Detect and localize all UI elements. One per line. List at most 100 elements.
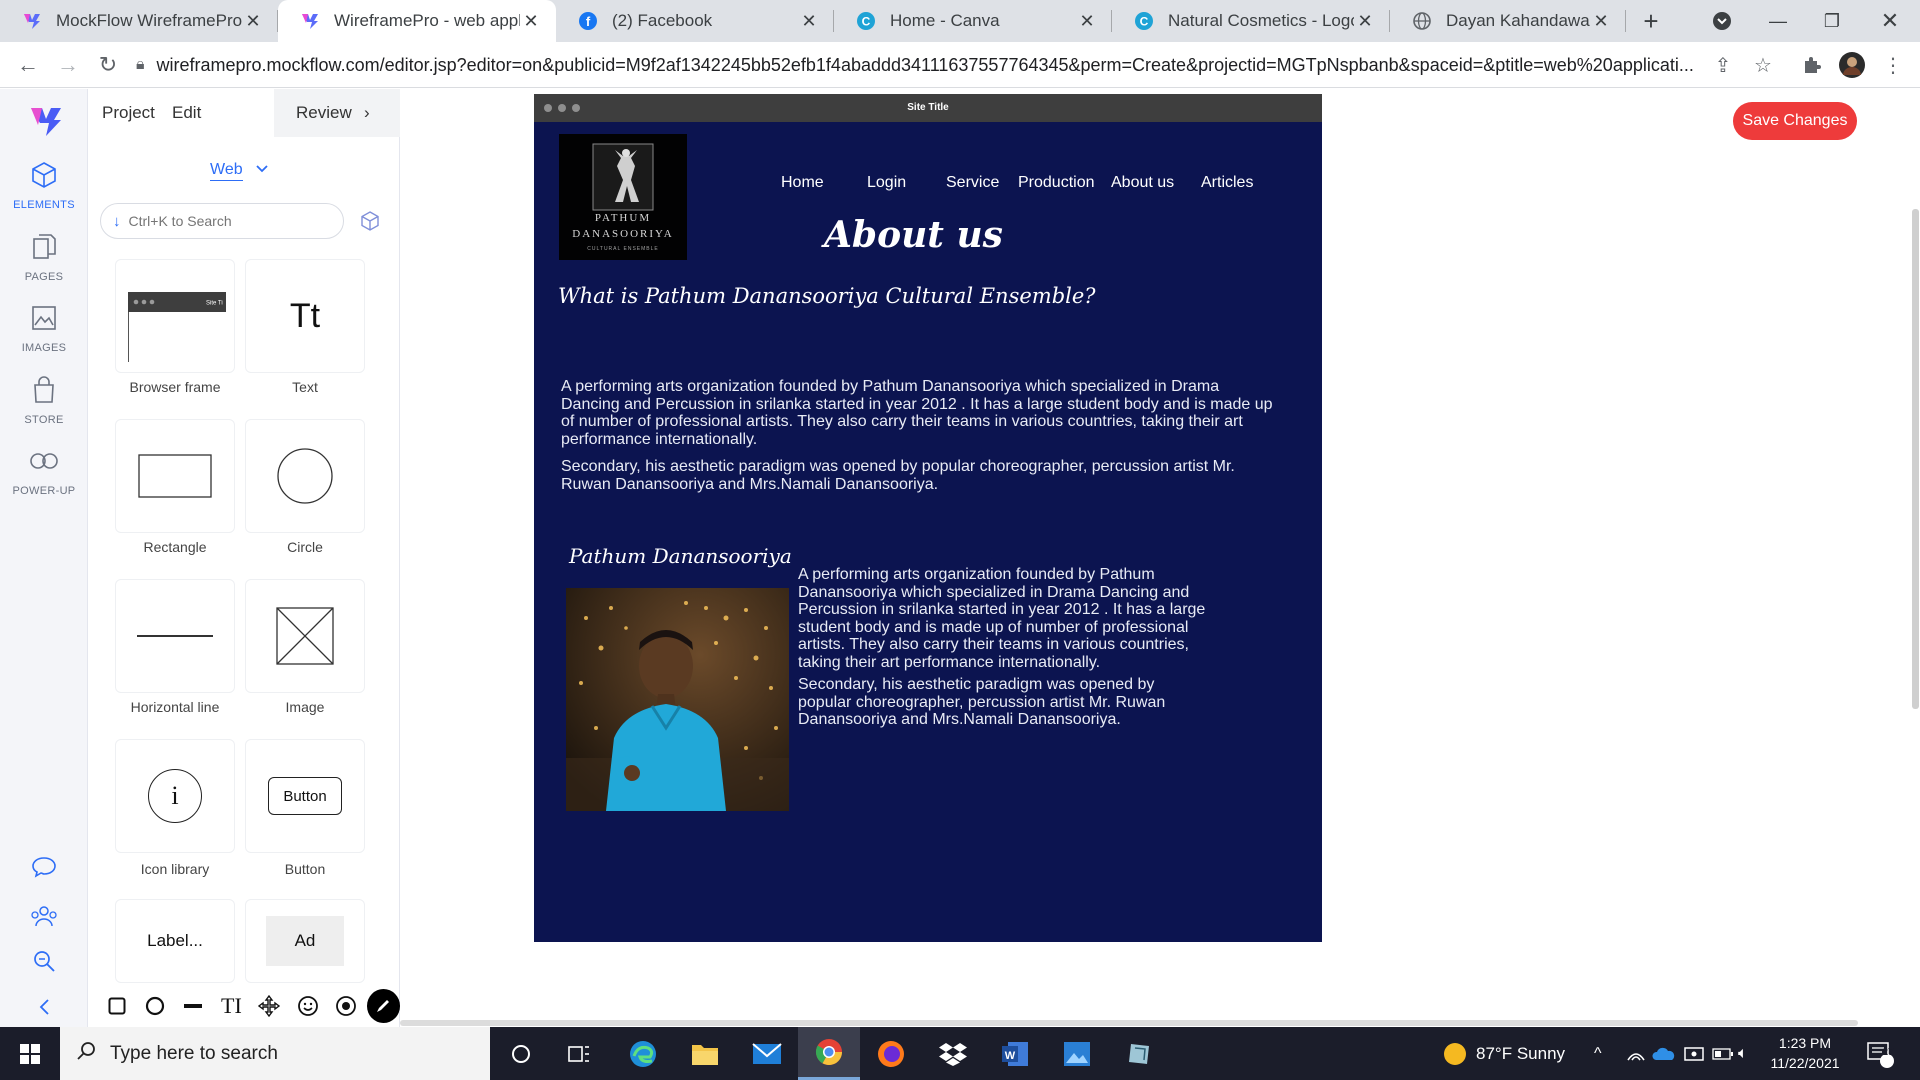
photos-icon[interactable] (1046, 1027, 1108, 1080)
word-icon[interactable]: W (984, 1027, 1046, 1080)
menu-project[interactable]: Project (102, 103, 155, 123)
team-icon[interactable] (28, 901, 60, 933)
emoji-tool-icon[interactable] (289, 988, 327, 1024)
dropbox-icon[interactable] (922, 1027, 984, 1080)
back-arrow-icon[interactable]: ← (8, 45, 48, 85)
tab-mockflow[interactable]: MockFlow WireframePro ✕ (0, 0, 278, 42)
mockflow-logo-icon[interactable] (28, 103, 64, 139)
site-logo[interactable]: PATHUM DANASOORIYA CULTURAL ENSEMBLE (559, 134, 687, 260)
nav-service[interactable]: Service (946, 174, 999, 192)
platform-dropdown[interactable]: Web (210, 161, 269, 181)
tile-icon-library[interactable]: i (115, 739, 235, 853)
vertical-scrollbar[interactable] (1912, 209, 1919, 709)
tile-ad[interactable]: Ad (245, 899, 365, 983)
line-tool-icon[interactable] (174, 988, 212, 1024)
nav-production[interactable]: Production (1018, 174, 1095, 192)
windows-start-icon[interactable] (0, 1027, 60, 1080)
network-icon[interactable] (1626, 1027, 1646, 1080)
volume-icon[interactable]: 🔈︎ (1738, 1027, 1748, 1080)
forward-arrow-icon[interactable]: → (48, 45, 88, 85)
task-view-icon[interactable] (548, 1027, 610, 1080)
tile-label-element[interactable]: Label... (115, 899, 235, 983)
nav-articles[interactable]: Articles (1201, 174, 1253, 192)
rail-elements[interactable]: ELEMENTS (0, 157, 88, 211)
system-clock[interactable]: 1:23 PM 11/22/2021 (1762, 1033, 1848, 1073)
collapse-chevron-icon[interactable] (28, 991, 60, 1023)
tile-text[interactable]: Tt (245, 259, 365, 373)
notifications-icon[interactable]: 27 (1866, 1027, 1894, 1080)
profile-photo[interactable] (566, 588, 789, 811)
chrome-icon[interactable] (798, 1027, 860, 1080)
bio-line: student body and is made up of number of… (798, 618, 1189, 636)
meet-icon[interactable] (1684, 1027, 1704, 1080)
reload-icon[interactable]: ↻ (88, 45, 128, 85)
menu-edit[interactable]: Edit (172, 103, 201, 123)
app-icon[interactable] (1108, 1027, 1170, 1080)
tab-dayan[interactable]: Dayan Kahandawala & Char ✕ (1390, 0, 1626, 42)
weather-widget[interactable]: 87°F Sunny (1444, 1027, 1565, 1080)
tab-wireframepro[interactable]: WireframePro - web applica ✕ (278, 0, 556, 42)
file-explorer-icon[interactable] (674, 1027, 736, 1080)
profile-avatar[interactable] (1837, 50, 1867, 80)
element-search-input[interactable] (128, 213, 319, 229)
tile-browser-frame[interactable]: Site Ti (115, 259, 235, 373)
tab-facebook[interactable]: f (2) Facebook ✕ (556, 0, 834, 42)
element-search[interactable]: ↓ (100, 203, 344, 239)
close-icon[interactable]: ✕ (1076, 11, 1098, 32)
tab-canva-home[interactable]: C Home - Canva ✕ (834, 0, 1112, 42)
close-icon[interactable]: ✕ (1590, 11, 1612, 32)
square-tool-icon[interactable] (98, 988, 136, 1024)
circle-tool-icon[interactable] (136, 988, 174, 1024)
window-close-icon[interactable]: ✕ (1868, 0, 1912, 42)
url-field[interactable]: 🔒︎ wireframepro.mockflow.com/editor.jsp?… (136, 48, 1726, 82)
share-icon[interactable]: ⇪ (1708, 50, 1738, 80)
close-icon[interactable]: ✕ (798, 11, 820, 32)
edge-icon[interactable] (612, 1027, 674, 1080)
rail-power-up[interactable]: POWER-UP (0, 443, 88, 497)
menu-review[interactable]: Review (296, 103, 352, 123)
new-tab-button[interactable]: + (1626, 0, 1676, 42)
minimize-icon[interactable]: — (1756, 0, 1800, 42)
browser-menu-icon[interactable]: ⋮ (1878, 50, 1908, 80)
zoom-icon[interactable] (28, 945, 60, 977)
radio-tool-icon[interactable] (327, 988, 365, 1024)
browser-frame-wireframe[interactable]: Site Title PATHUM DANASOORIYA CULTURAL E… (534, 94, 1322, 942)
restore-icon[interactable]: ❐ (1810, 0, 1854, 42)
comment-icon[interactable] (28, 851, 60, 883)
rail-store[interactable]: STORE (0, 372, 88, 426)
nav-about-us[interactable]: About us (1111, 174, 1174, 192)
taskbar-search[interactable]: Type here to search (60, 1027, 490, 1080)
cube-outline-icon[interactable] (356, 207, 384, 235)
nav-login[interactable]: Login (867, 174, 906, 192)
rail-images[interactable]: IMAGES (0, 300, 88, 354)
mail-icon[interactable] (736, 1027, 798, 1080)
save-changes-button[interactable]: Save Changes (1733, 102, 1857, 140)
design-canvas[interactable]: Save Changes Site Title PATHUM DANASOORI… (400, 89, 1920, 1027)
horizontal-line-icon (137, 635, 213, 637)
tab-search-icon[interactable] (1702, 0, 1742, 42)
tile-horizontal-line[interactable] (115, 579, 235, 693)
tile-rectangle[interactable] (115, 419, 235, 533)
horizontal-scrollbar[interactable] (400, 1020, 1858, 1026)
pen-tool-icon[interactable] (366, 989, 400, 1023)
bookmark-star-icon[interactable]: ☆ (1748, 50, 1778, 80)
close-icon[interactable]: ✕ (242, 11, 264, 32)
text-tool-icon[interactable]: TI (212, 988, 250, 1024)
close-icon[interactable]: ✕ (1354, 11, 1376, 32)
rail-pages[interactable]: PAGES (0, 229, 88, 283)
close-icon[interactable]: ✕ (520, 11, 542, 32)
battery-icon[interactable] (1712, 1027, 1734, 1080)
nav-home[interactable]: Home (781, 174, 824, 192)
tab-title: Home - Canva (890, 11, 1000, 30)
extensions-puzzle-icon[interactable] (1797, 50, 1827, 80)
tile-image[interactable] (245, 579, 365, 693)
cortana-icon[interactable] (490, 1027, 552, 1080)
tray-chevron-up-icon[interactable]: ^ (1594, 1027, 1602, 1080)
tile-button[interactable]: Button (245, 739, 365, 853)
onedrive-icon[interactable] (1652, 1027, 1676, 1080)
move-tool-icon[interactable] (250, 988, 288, 1024)
chevron-right-icon[interactable]: › (364, 103, 370, 123)
tile-circle[interactable] (245, 419, 365, 533)
tab-canva-logo[interactable]: C Natural Cosmetics - Logo ✕ (1112, 0, 1390, 42)
firefox-icon[interactable] (860, 1027, 922, 1080)
